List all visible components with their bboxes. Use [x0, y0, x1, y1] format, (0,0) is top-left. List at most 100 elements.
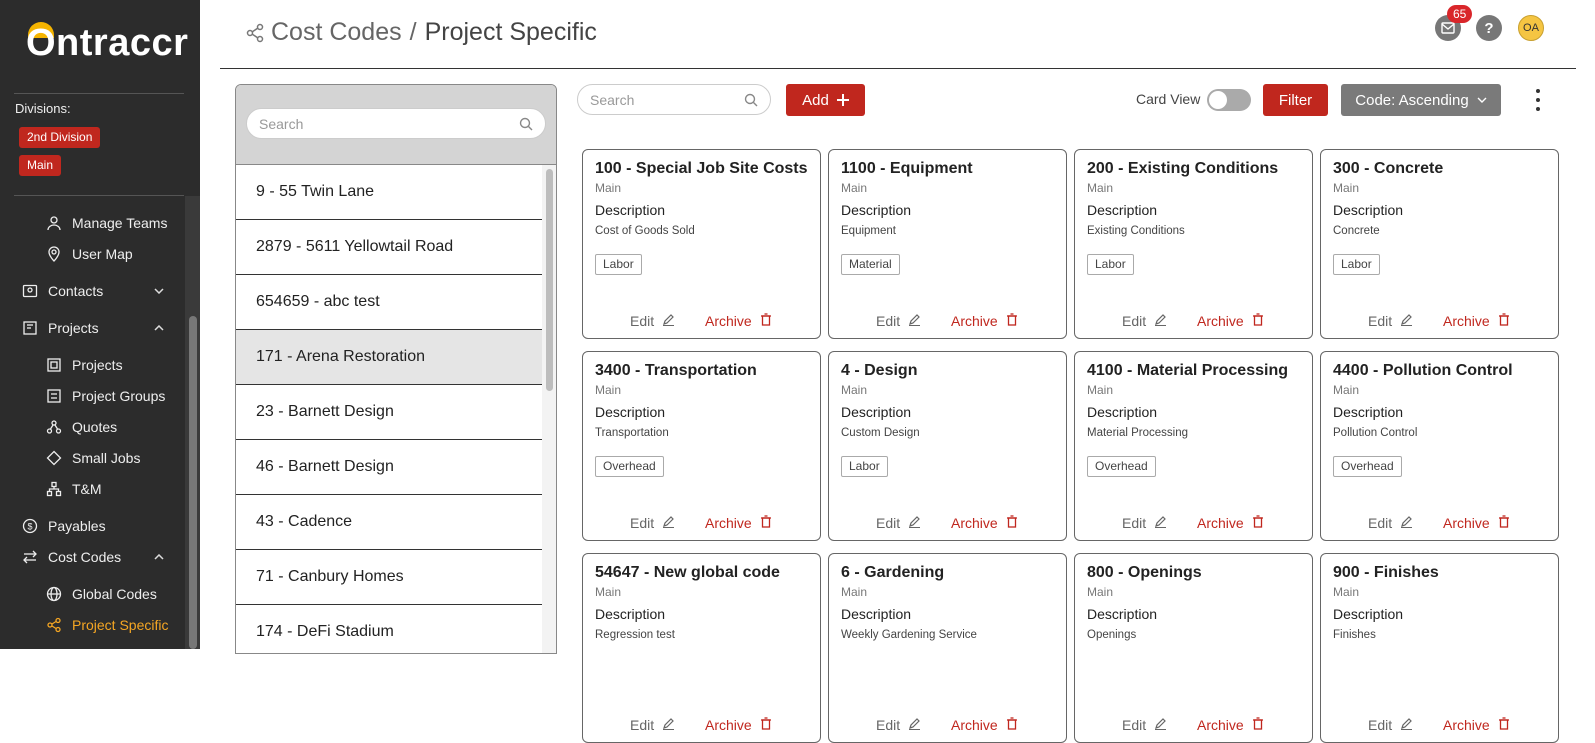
trash-icon [1498, 515, 1510, 531]
project-list-item[interactable]: 174 - DeFi Stadium [236, 605, 542, 653]
archive-button[interactable]: Archive [1197, 515, 1264, 531]
sidebar-item-contacts[interactable]: Contacts [22, 283, 172, 299]
project-list-item[interactable]: 71 - Canbury Homes [236, 550, 542, 605]
sort-dropdown[interactable]: Code: Ascending [1341, 84, 1501, 116]
sidebar-scrollbar-thumb[interactable] [189, 316, 197, 649]
project-list-item[interactable]: 2879 - 5611 Yellowtail Road [236, 220, 542, 275]
sidebar-item-manage-teams[interactable]: Manage Teams [46, 215, 186, 231]
edit-button[interactable]: Edit [1122, 717, 1167, 733]
card-view-toggle[interactable] [1207, 89, 1251, 111]
cost-code-card[interactable]: 1100 - Equipment Main Description Equipment… [828, 149, 1067, 339]
archive-button[interactable]: Archive [705, 515, 772, 531]
sidebar-item-project-groups[interactable]: Project Groups [46, 388, 186, 404]
cost-code-card[interactable]: 3400 - Transportation Main Description Tran… [582, 351, 821, 541]
archive-button[interactable]: Archive [951, 313, 1018, 329]
edit-button[interactable]: Edit [1368, 515, 1413, 531]
edit-button[interactable]: Edit [1368, 717, 1413, 733]
edit-button[interactable]: Edit [630, 717, 675, 733]
project-list-item[interactable]: 9 - 55 Twin Lane [236, 165, 542, 220]
cost-code-card[interactable]: 100 - Special Job Site Costs Main Descript… [582, 149, 821, 339]
sidebar-item-t-m[interactable]: T&M [46, 481, 186, 497]
svg-text:$: $ [27, 522, 32, 532]
edit-button[interactable]: Edit [876, 717, 921, 733]
chevron-down-icon[interactable] [154, 286, 164, 297]
card-description-label: Description [1333, 404, 1404, 420]
edit-button[interactable]: Edit [630, 313, 675, 329]
cost-code-card[interactable]: 900 - Finishes Main Description Finishes Edi… [1320, 553, 1559, 743]
cost-code-card[interactable]: 4100 - Material Processing Main Descriptio… [1074, 351, 1313, 541]
avatar[interactable]: OA [1518, 15, 1544, 41]
sidebar-item-payables[interactable]: $ Payables [22, 518, 172, 534]
cost-code-card[interactable]: 54647 - New global code Main Description Re… [582, 553, 821, 743]
sidebar-item-project-specific[interactable]: Project Specific [46, 617, 186, 633]
archive-button[interactable]: Archive [1197, 717, 1264, 733]
cost-code-search-input[interactable]: Search [577, 84, 771, 115]
cost-code-card[interactable]: 4400 - Pollution Control Main Description P… [1320, 351, 1559, 541]
card-title: 1100 - Equipment [841, 160, 973, 177]
edit-label: Edit [630, 717, 655, 733]
card-description: Cost of Goods Sold [595, 225, 695, 237]
edit-button[interactable]: Edit [876, 313, 921, 329]
card-title: 4400 - Pollution Control [1333, 362, 1513, 379]
card-view-label: Card View [1136, 91, 1201, 107]
breadcrumb-section[interactable]: Cost Codes [271, 18, 402, 47]
project-list-item[interactable]: 46 - Barnett Design [236, 440, 542, 495]
edit-label: Edit [630, 515, 655, 531]
archive-label: Archive [1443, 313, 1490, 329]
sidebar-item-projects[interactable]: Projects [22, 320, 172, 336]
archive-label: Archive [705, 313, 752, 329]
edit-button[interactable]: Edit [1122, 313, 1167, 329]
archive-button[interactable]: Archive [705, 717, 772, 733]
sidebar-item-label: Project Groups [72, 388, 166, 404]
card-title: 100 - Special Job Site Costs [595, 160, 808, 177]
archive-button[interactable]: Archive [1197, 313, 1264, 329]
sidebar-item-small-jobs[interactable]: Small Jobs [46, 450, 186, 466]
sidebar-item-global-codes[interactable]: Global Codes [46, 586, 186, 602]
archive-button[interactable]: Archive [705, 313, 772, 329]
archive-label: Archive [705, 515, 752, 531]
edit-button[interactable]: Edit [1368, 313, 1413, 329]
card-description: Regression test [595, 629, 675, 641]
cost-code-card[interactable]: 200 - Existing Conditions Main Description… [1074, 149, 1313, 339]
division-badge[interactable]: Main [19, 155, 62, 176]
help-icon[interactable]: ? [1476, 15, 1502, 41]
app-logo[interactable]: Ontraccr [26, 22, 188, 65]
cost-code-card[interactable]: 6 - Gardening Main Description Weekly Garde… [828, 553, 1067, 743]
sidebar-item-user-map[interactable]: User Map [46, 246, 186, 262]
sidebar-item-quotes[interactable]: Quotes [46, 419, 186, 435]
project-search-input[interactable]: Search [246, 108, 546, 139]
trash-icon [1252, 717, 1264, 733]
division-badge[interactable]: 2nd Division [19, 127, 101, 148]
edit-button[interactable]: Edit [876, 515, 921, 531]
edit-button[interactable]: Edit [630, 515, 675, 531]
archive-button[interactable]: Archive [1443, 313, 1510, 329]
archive-button[interactable]: Archive [1443, 717, 1510, 733]
cost-code-card[interactable]: 4 - Design Main Description Custom Design La… [828, 351, 1067, 541]
trash-icon [760, 313, 772, 329]
project-list-item[interactable]: 23 - Barnett Design [236, 385, 542, 440]
small-jobs-icon [46, 450, 62, 466]
archive-button[interactable]: Archive [1443, 515, 1510, 531]
archive-label: Archive [1443, 717, 1490, 733]
cost-code-card[interactable]: 800 - Openings Main Description Openings Edi… [1074, 553, 1313, 743]
add-button[interactable]: Add [786, 84, 865, 116]
edit-label: Edit [1122, 313, 1147, 329]
chevron-up-icon[interactable] [154, 552, 164, 563]
more-options-icon[interactable] [1532, 86, 1544, 114]
project-list-item[interactable]: 43 - Cadence [236, 495, 542, 550]
archive-button[interactable]: Archive [951, 515, 1018, 531]
sidebar-item-projects[interactable]: Projects [46, 357, 186, 373]
edit-button[interactable]: Edit [1122, 515, 1167, 531]
filter-button[interactable]: Filter [1263, 84, 1328, 116]
chevron-up-icon[interactable] [154, 323, 164, 334]
edit-label: Edit [876, 313, 901, 329]
sidebar-item-cost-codes[interactable]: Cost Codes [22, 549, 172, 565]
archive-button[interactable]: Archive [951, 717, 1018, 733]
cost-code-card[interactable]: 300 - Concrete Main Description Concrete Lab… [1320, 149, 1559, 339]
card-title: 900 - Finishes [1333, 564, 1439, 581]
card-title: 4 - Design [841, 362, 918, 379]
project-list-scrollbar-thumb[interactable] [546, 169, 553, 391]
card-type-tag: Overhead [1087, 456, 1156, 477]
project-list-item[interactable]: 654659 - abc test [236, 275, 542, 330]
project-list-item[interactable]: 171 - Arena Restoration [236, 330, 542, 385]
